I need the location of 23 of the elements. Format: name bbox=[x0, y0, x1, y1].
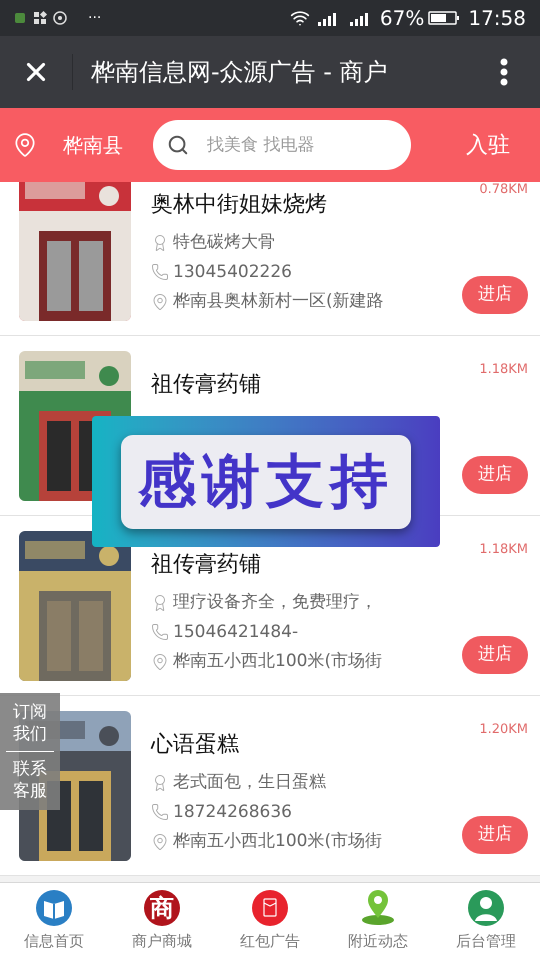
distance-text: 0.78KM bbox=[479, 182, 528, 199]
phone-text: 13045402226 bbox=[173, 260, 292, 284]
distance-text: 1.20KM bbox=[479, 721, 528, 739]
feature-text: 老式面包，生日蛋糕 bbox=[173, 771, 326, 794]
distance-text: 1.18KM bbox=[479, 541, 528, 559]
clock-time: 17:58 bbox=[468, 5, 526, 32]
store-name: 奥林中街姐妹烧烤 bbox=[151, 191, 327, 219]
store-name: 祖传膏药铺 bbox=[151, 371, 261, 399]
store-name: 心语蛋糕 bbox=[151, 731, 239, 759]
distance-text: 1.18KM bbox=[479, 361, 528, 379]
feature-text: 特色碳烤大骨 bbox=[173, 231, 275, 254]
store-name: 祖传膏药铺 bbox=[151, 551, 261, 579]
address-text: 桦南县奥林新村一区(新建路 bbox=[173, 290, 384, 313]
thanks-message: 感谢支持 bbox=[121, 434, 411, 528]
phone-text: 18724268636 bbox=[173, 800, 292, 824]
shop-glyph-icon: 商 bbox=[144, 890, 180, 926]
feature-text: 理疗设备齐全，免费理疗， bbox=[173, 591, 377, 614]
window-title: 桦南信息网-众源广告 - 商户 bbox=[91, 57, 389, 88]
battery-percent: 67% bbox=[380, 5, 424, 32]
phone-text: 15046421484- bbox=[173, 620, 298, 644]
address-text: 桦南五小西北100米(市场街 bbox=[173, 830, 382, 853]
address-text: 桦南五小西北100米(市场街 bbox=[173, 650, 382, 673]
more-dots: ··· bbox=[88, 8, 102, 28]
